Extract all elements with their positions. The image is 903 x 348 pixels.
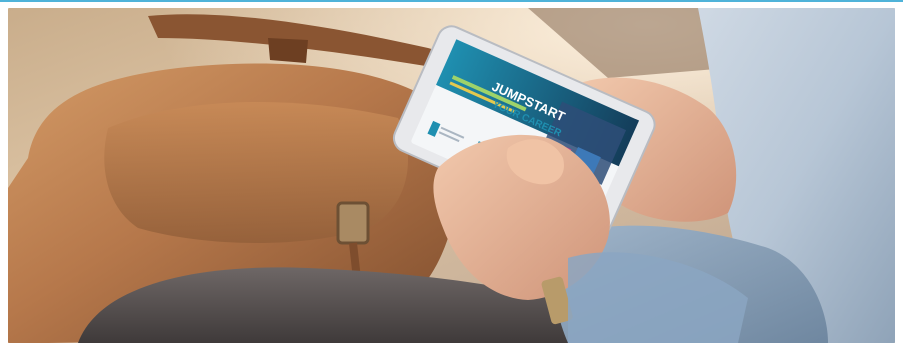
accent-top-line [0,0,903,2]
hero-photo: JUMPSTART YOUR CAREER [8,8,895,343]
image-frame: JUMPSTART YOUR CAREER [0,0,903,348]
photo-illustration: JUMPSTART YOUR CAREER [8,8,895,343]
